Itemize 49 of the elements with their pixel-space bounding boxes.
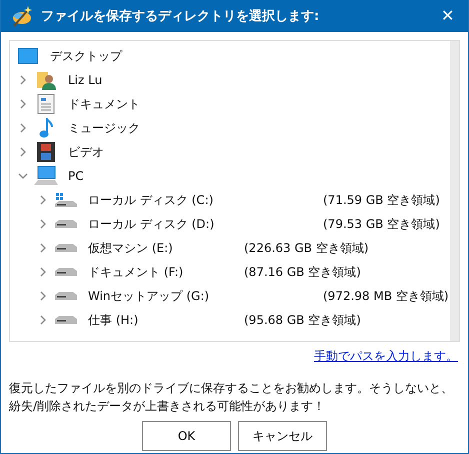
tree-item-label[interactable]: ドキュメント — [68, 96, 140, 112]
chevron-icon[interactable] — [38, 219, 48, 229]
scrollbar-track[interactable] — [450, 41, 459, 341]
chevron-icon[interactable] — [18, 171, 28, 181]
tree-item-label[interactable]: Winセットアップ (G:) — [88, 288, 210, 304]
tree-item-label[interactable]: ローカル ディスク (C:) — [88, 192, 214, 208]
warning-message: 復元したファイルを別のドライブに保存することをお勧めします。そうしないと、紛失/削除されたデータが上書きされる可能性があります！ — [9, 380, 454, 415]
tree-item-label[interactable]: ドキュメント (F:) — [88, 264, 184, 280]
tree-item-label[interactable]: PC — [68, 169, 84, 183]
chevron-icon[interactable] — [18, 75, 28, 85]
chevron-icon[interactable] — [38, 267, 48, 277]
cancel-button[interactable]: キャンセル — [238, 421, 327, 451]
tree-item-label[interactable]: 仕事 (H:) — [88, 312, 138, 328]
computer-icon — [34, 166, 58, 186]
tree-item-label[interactable]: Liz Lu — [68, 73, 102, 87]
chevron-icon[interactable] — [18, 99, 28, 109]
drive-icon — [55, 315, 77, 325]
drive-icon — [55, 291, 77, 301]
drive-icon — [55, 267, 77, 277]
free-space-text: (95.68 GB 空き領域) — [244, 312, 361, 329]
document-icon — [37, 94, 55, 114]
film-strip-icon — [37, 142, 55, 162]
chevron-icon[interactable] — [38, 243, 48, 253]
tree-item-label[interactable]: ミュージック — [68, 120, 140, 136]
chevron-icon[interactable] — [18, 123, 28, 133]
tree-item-label[interactable]: ビデオ — [68, 144, 104, 160]
free-space-text: (87.16 GB 空き領域) — [244, 264, 361, 281]
tree-item-label[interactable]: 仮想マシン (E:) — [88, 240, 173, 256]
ok-button[interactable]: OK — [142, 421, 231, 451]
free-space-text: (972.98 MB 空き領域) — [323, 288, 449, 305]
window-title: ファイルを保存するディレクトリを選択します: — [41, 8, 320, 25]
free-space-text: (79.53 GB 空き領域) — [323, 216, 440, 233]
close-button[interactable]: ✕ — [435, 6, 460, 26]
drive-icon — [55, 243, 77, 253]
drive-icon — [55, 219, 77, 229]
chevron-icon[interactable] — [38, 315, 48, 325]
music-note-icon — [39, 118, 53, 138]
free-space-text: (71.59 GB 空き領域) — [323, 192, 440, 209]
tree-item-label[interactable]: ローカル ディスク (D:) — [88, 216, 214, 232]
windows-drive-icon — [55, 192, 77, 208]
chevron-icon[interactable] — [18, 147, 28, 157]
chevron-icon[interactable] — [38, 291, 48, 301]
free-space-text: (226.63 GB 空き領域) — [244, 240, 369, 257]
user-folder-icon — [36, 70, 56, 90]
manual-path-link[interactable]: 手動でパスを入力します。 — [314, 348, 458, 365]
magic-wand-icon — [11, 5, 33, 27]
chevron-icon[interactable] — [38, 195, 48, 205]
tree-item-label[interactable]: デスクトップ — [50, 48, 122, 64]
monitor-icon — [18, 48, 38, 64]
